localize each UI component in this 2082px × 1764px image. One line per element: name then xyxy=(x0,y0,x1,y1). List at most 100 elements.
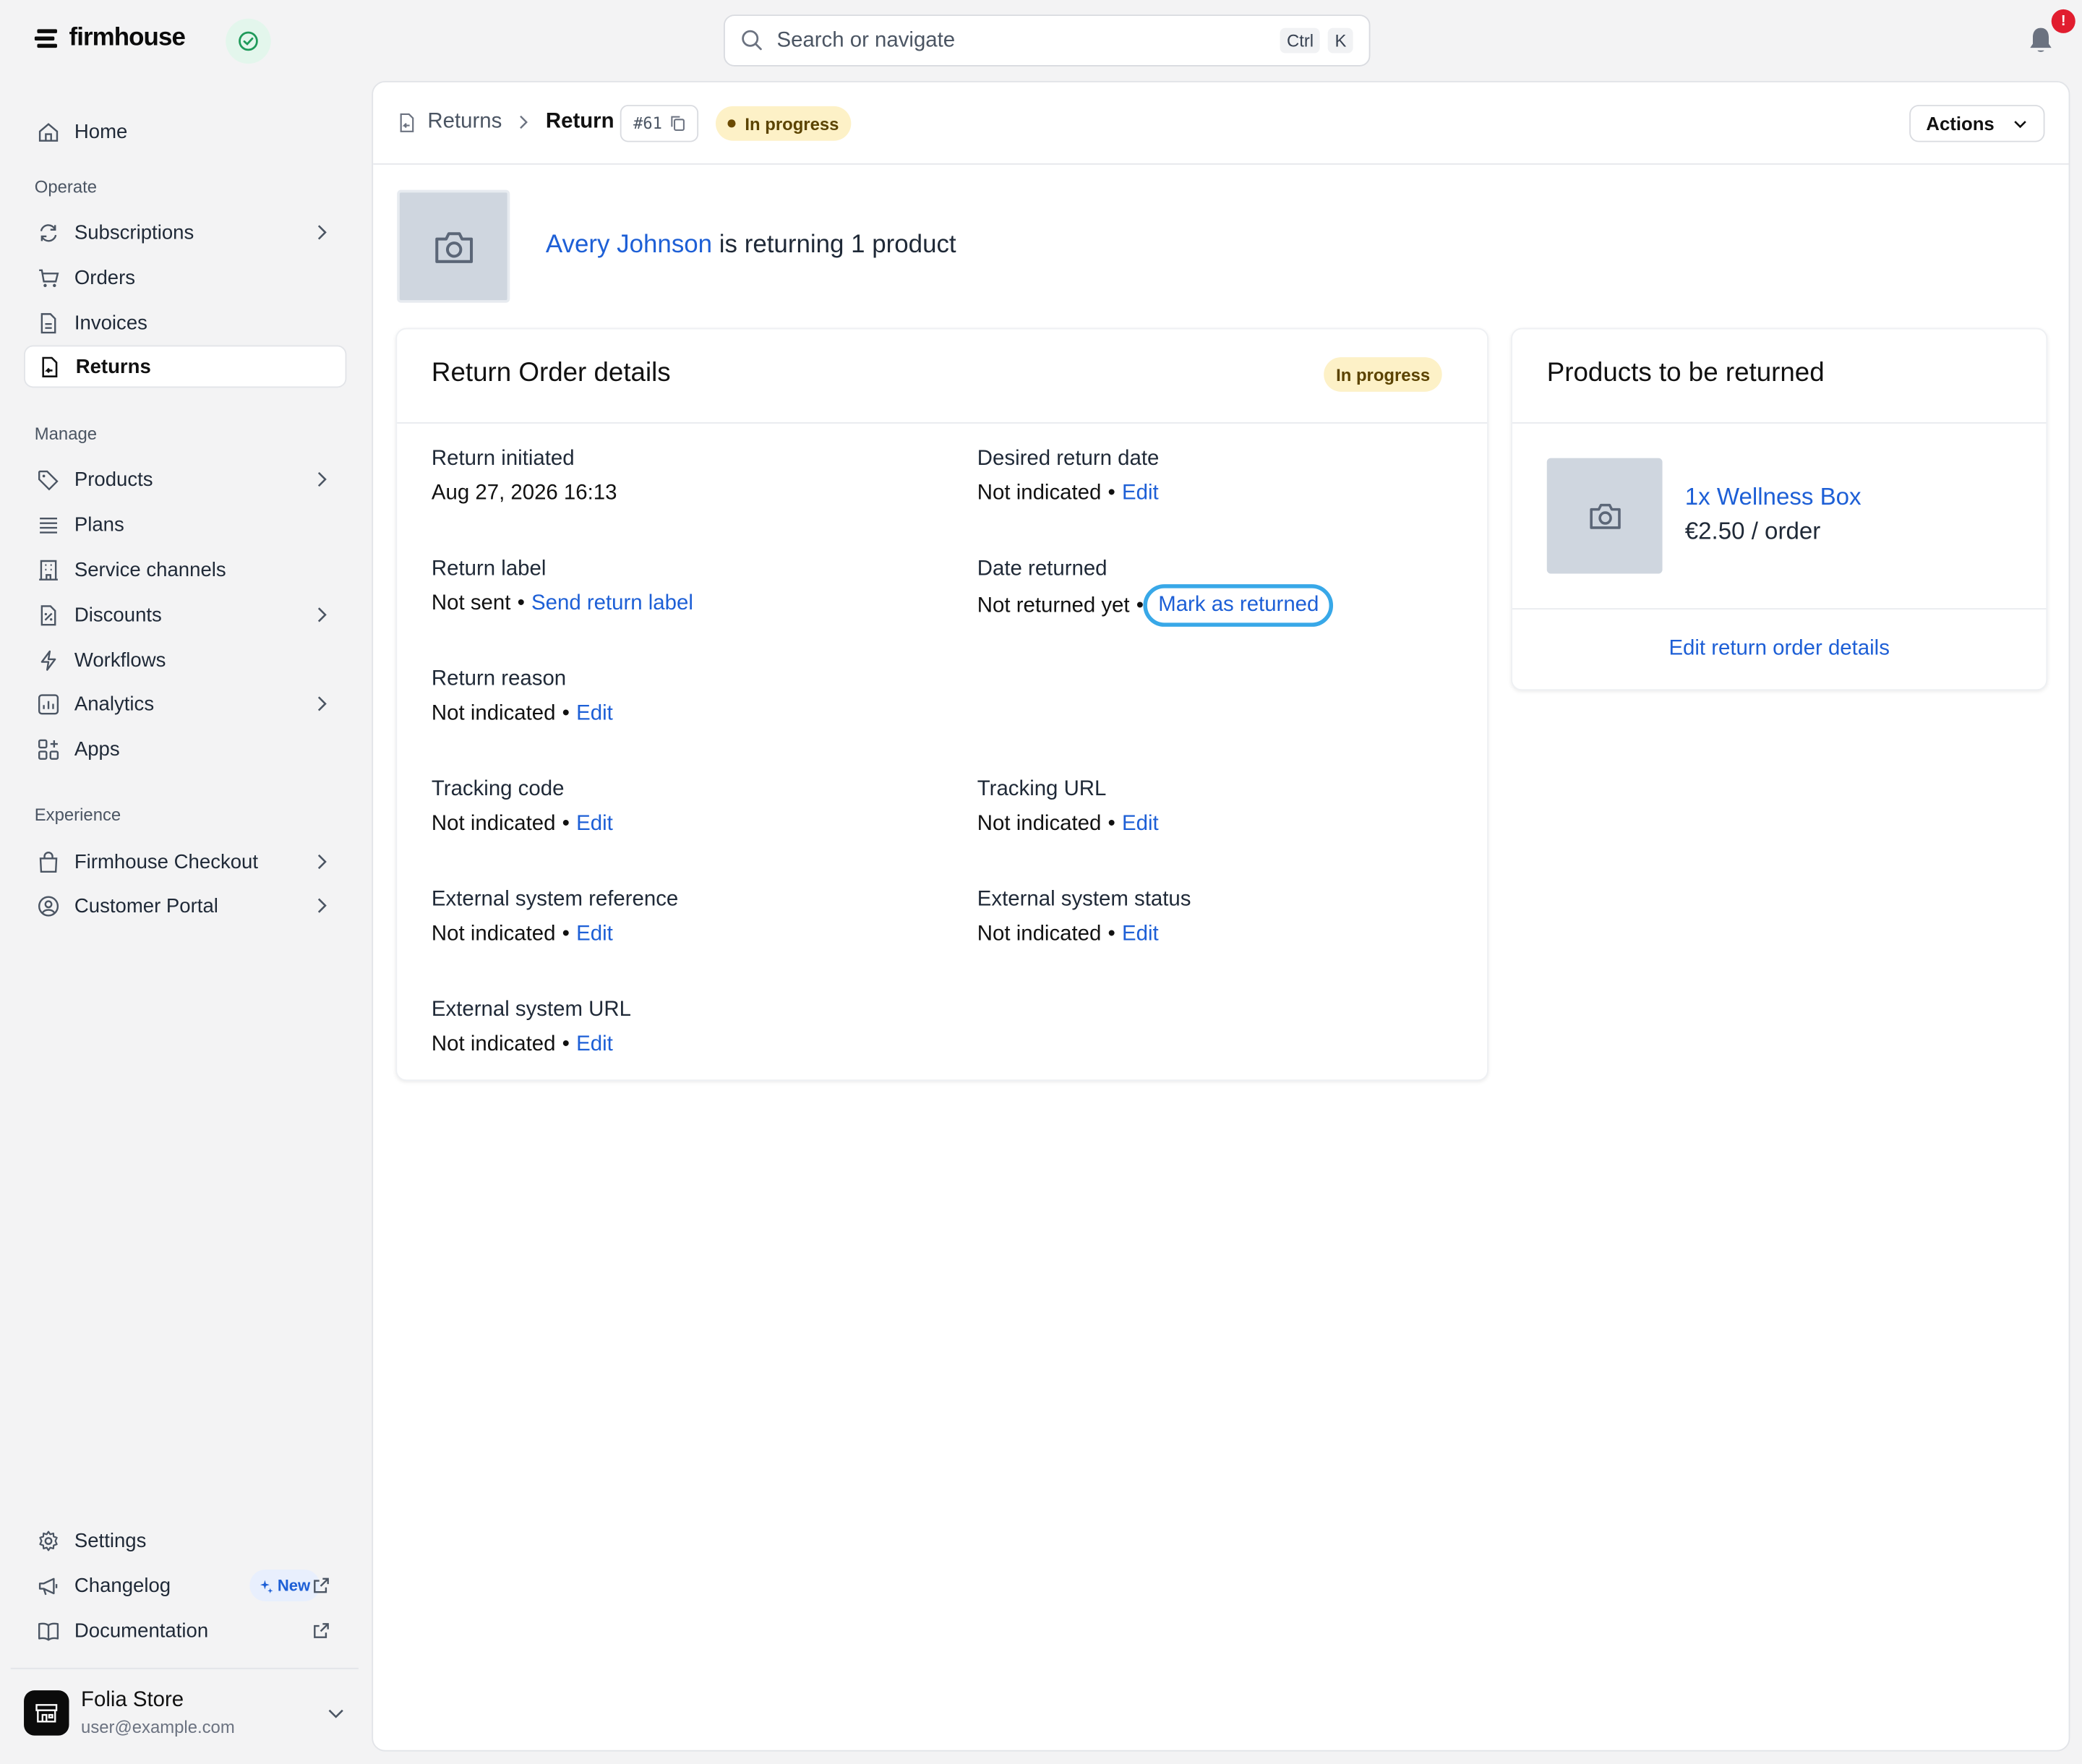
return-reason-value: Not indicated xyxy=(431,702,556,725)
send-return-label-link[interactable]: Send return label xyxy=(531,592,693,615)
chevron-down-icon xyxy=(328,1709,343,1718)
tracking-code-label: Tracking code xyxy=(431,778,565,801)
sidebar-item-plans[interactable]: Plans xyxy=(24,503,346,546)
separator-bullet: • xyxy=(517,592,525,615)
return-id-copy[interactable]: #61 xyxy=(620,105,698,142)
storefront-icon xyxy=(35,1704,58,1723)
external-status-field: Not indicated • Edit xyxy=(977,923,1159,947)
sidebar-item-workflows[interactable]: Workflows xyxy=(24,638,346,681)
sidebar-item-customer-portal[interactable]: Customer Portal xyxy=(24,884,346,927)
sidebar-item-products[interactable]: Products xyxy=(24,458,346,501)
new-badge: New xyxy=(249,1569,320,1602)
product-price: €2.50 / order xyxy=(1684,518,1821,545)
external-status-label: External system status xyxy=(977,888,1191,911)
chevron-right-icon xyxy=(317,696,327,711)
edit-external-reference-link[interactable]: Edit xyxy=(576,923,613,946)
sidebar-item-invoices[interactable]: Invoices xyxy=(24,301,346,344)
nav-section-manage: Manage xyxy=(34,423,98,444)
sidebar-item-label: Invoices xyxy=(74,311,147,334)
sidebar-item-service-channels[interactable]: Service channels xyxy=(24,549,346,591)
tracking-code-value: Not indicated xyxy=(431,813,556,836)
return-reason-field: Not indicated • Edit xyxy=(432,703,613,727)
search-icon xyxy=(742,30,762,51)
return-document-icon xyxy=(42,356,58,377)
book-icon xyxy=(38,1622,59,1640)
chevron-down-icon xyxy=(2014,120,2026,128)
edit-desired-return-date-link[interactable]: Edit xyxy=(1122,482,1159,505)
shopping-bag-icon xyxy=(39,851,58,873)
actions-dropdown-button[interactable]: Actions xyxy=(1908,105,2045,142)
status-check[interactable] xyxy=(226,18,271,64)
list-icon xyxy=(40,517,57,533)
external-url-label: External system URL xyxy=(431,998,631,1022)
card-title: Return Order details xyxy=(431,358,671,388)
store-logo xyxy=(24,1690,69,1736)
date-returned-label: Date returned xyxy=(977,557,1108,581)
sidebar-item-label: Subscriptions xyxy=(74,220,194,244)
separator-bullet: • xyxy=(1108,922,1115,946)
sidebar-item-label: Home xyxy=(74,120,128,143)
sidebar-item-changelog[interactable]: Changelog New xyxy=(24,1564,346,1607)
sidebar-item-label: Analytics xyxy=(74,692,155,716)
nav-section-experience: Experience xyxy=(34,805,121,825)
separator-bullet: • xyxy=(562,922,570,946)
sidebar-item-label: Apps xyxy=(74,737,120,761)
sidebar-item-label: Orders xyxy=(74,266,136,289)
external-status-value: Not indicated xyxy=(977,922,1102,946)
new-badge-label: New xyxy=(277,1576,311,1595)
return-label-label: Return label xyxy=(431,557,547,581)
sidebar-item-apps[interactable]: Apps xyxy=(24,728,346,771)
camera-icon xyxy=(1589,503,1620,529)
cart-icon xyxy=(39,268,59,287)
shortcut-key-ctrl: Ctrl xyxy=(1280,27,1321,53)
edit-tracking-url-link[interactable]: Edit xyxy=(1122,813,1159,835)
app-root: firmhouse Search or navigate Ctrl K ! Ho… xyxy=(0,0,2082,1763)
edit-external-url-link[interactable]: Edit xyxy=(576,1033,613,1056)
apps-grid-icon xyxy=(38,738,59,759)
sidebar-item-documentation[interactable]: Documentation xyxy=(24,1609,346,1652)
sidebar-item-home[interactable]: Home xyxy=(24,110,346,153)
sidebar-item-settings[interactable]: Settings xyxy=(24,1519,346,1562)
brand-logo[interactable]: firmhouse xyxy=(34,24,186,53)
return-reason-label: Return reason xyxy=(431,667,567,691)
sidebar-item-label: Plans xyxy=(74,513,124,536)
edit-external-status-link[interactable]: Edit xyxy=(1122,923,1159,946)
external-reference-value: Not indicated xyxy=(431,922,556,946)
edit-return-reason-link[interactable]: Edit xyxy=(576,703,613,725)
sidebar-item-firmhouse-checkout[interactable]: Firmhouse Checkout xyxy=(24,841,346,883)
mark-as-returned-button[interactable]: Mark as returned xyxy=(1144,584,1334,627)
summary-text: is returning 1 product xyxy=(712,231,956,260)
sidebar-item-analytics[interactable]: Analytics xyxy=(24,682,346,725)
search-input[interactable]: Search or navigate Ctrl K xyxy=(724,14,1371,67)
external-url-value: Not indicated xyxy=(431,1032,556,1056)
separator-bullet: • xyxy=(1108,813,1115,836)
sidebar: Home Operate Subscriptions Orders Invoic… xyxy=(0,80,372,1763)
document-icon xyxy=(40,312,56,333)
return-order-details-card: Return Order details In progress Return … xyxy=(395,327,1488,1082)
edit-tracking-code-link[interactable]: Edit xyxy=(576,813,613,835)
edit-return-order-details-link[interactable]: Edit return order details xyxy=(1512,638,2046,662)
main-panel: Returns Return #61 In progress Actions A… xyxy=(372,81,2070,1752)
sidebar-item-returns[interactable]: Returns xyxy=(24,345,347,388)
separator-bullet: • xyxy=(1108,481,1115,505)
chevron-right-icon xyxy=(317,898,327,913)
sidebar-item-label: Documentation xyxy=(74,1619,209,1643)
sidebar-item-subscriptions[interactable]: Subscriptions xyxy=(24,211,346,254)
sidebar-item-discounts[interactable]: Discounts xyxy=(24,594,346,636)
tag-icon xyxy=(38,469,59,490)
sidebar-item-orders[interactable]: Orders xyxy=(24,256,346,299)
breadcrumb-returns-link[interactable]: Returns xyxy=(427,110,502,134)
status-text: In progress xyxy=(745,114,839,134)
return-label-field: Not sent • Send return label xyxy=(432,592,693,616)
store-switcher[interactable]: Folia Store user@example.com xyxy=(24,1687,356,1739)
product-name-link[interactable]: 1x Wellness Box xyxy=(1685,484,1862,512)
check-circle-icon xyxy=(239,31,258,51)
sparkle-icon xyxy=(260,1579,273,1593)
sidebar-item-label: Changelog xyxy=(74,1574,171,1597)
card-divider xyxy=(397,422,1488,424)
bell-icon[interactable] xyxy=(2028,25,2055,54)
separator-bullet: • xyxy=(562,1032,570,1056)
customer-name-link[interactable]: Avery Johnson xyxy=(546,231,712,260)
return-initiated-value: Aug 27, 2026 16:13 xyxy=(431,481,617,505)
refresh-icon xyxy=(40,223,57,241)
